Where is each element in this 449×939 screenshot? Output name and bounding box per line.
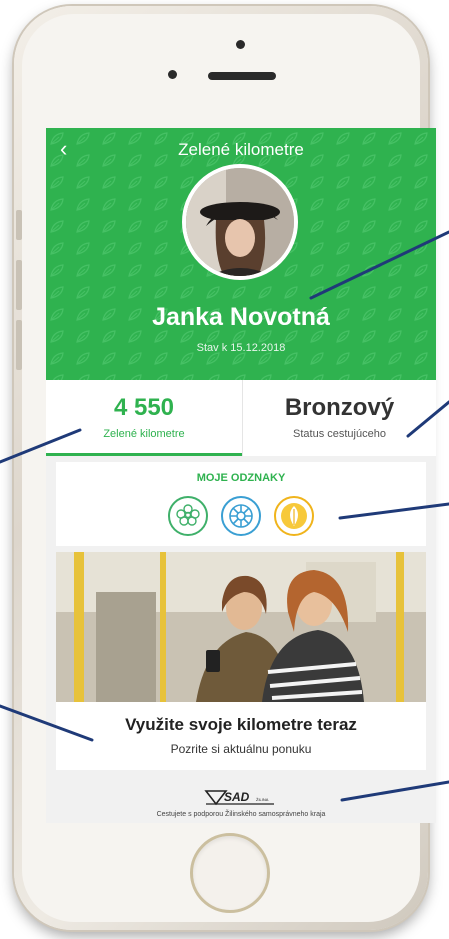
status-value: Bronzový <box>284 394 395 421</box>
promo-title: Využite svoje kilometre teraz <box>125 715 357 734</box>
profile-header: ‹ Zelené kilometre Janka Novotná Stav k … <box>46 128 436 380</box>
phone-speaker <box>208 72 276 80</box>
promo-card[interactable]: Využite svoje kilometre teraz Pozrite si… <box>56 552 426 770</box>
sad-logo-icon: SAD ŽILINA <box>204 790 274 806</box>
promo-image <box>56 552 426 702</box>
status-label: Status cestujúceho <box>293 428 386 440</box>
footer-text: Cestujete s podporou Žilinského samosprá… <box>156 811 326 818</box>
leaf-icon <box>281 503 307 529</box>
badges-card: MOJE ODZNAKY <box>56 462 426 546</box>
wheel-badge-icon[interactable] <box>221 496 261 536</box>
badges-title: MOJE ODZNAKY <box>196 472 286 484</box>
app-screen: ‹ Zelené kilometre Janka Novotná Stav k … <box>46 128 436 823</box>
stats-bar: 4 550 Zelené kilometre Bronzový Status c… <box>46 380 436 456</box>
leaf-badge-icon[interactable] <box>274 496 314 536</box>
state-date: Stav k 15.12.2018 <box>196 342 286 354</box>
logo-subtext: ŽILINA <box>256 797 269 802</box>
phone-volume-down <box>16 320 22 370</box>
profile-avatar[interactable] <box>182 164 298 280</box>
phone-volume-up <box>16 260 22 310</box>
flower-badge-icon[interactable] <box>168 496 208 536</box>
phone-camera <box>168 70 177 79</box>
wheel-icon <box>229 504 253 528</box>
home-button[interactable] <box>190 833 270 913</box>
phone-front-sensor <box>236 40 245 49</box>
screen-title: Zelené kilometre <box>178 140 304 159</box>
profile-name: Janka Novotná <box>152 303 330 331</box>
kilometers-value: 4 550 <box>113 394 175 421</box>
phone-side-button <box>16 210 22 240</box>
avatar-photo <box>186 168 294 276</box>
kilometers-tab[interactable]: 4 550 Zelené kilometre <box>46 380 242 456</box>
flower-icon <box>176 504 200 526</box>
footer: SAD ŽILINA Cestujete s podporou Žilinské… <box>46 778 436 823</box>
status-tab[interactable]: Bronzový Status cestujúceho <box>242 380 436 456</box>
kilometers-label: Zelené kilometre <box>103 428 185 440</box>
promo-subtitle: Pozrite si aktuálnu ponuku <box>170 742 312 756</box>
logo-text: SAD <box>224 790 250 804</box>
promo-photo <box>56 552 426 702</box>
